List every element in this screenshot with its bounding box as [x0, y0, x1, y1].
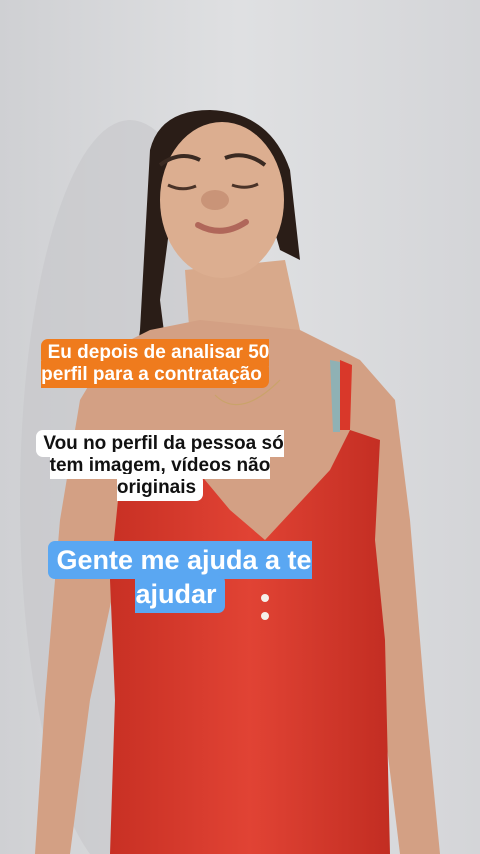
caption-top-text: Eu depois de analisar 50 perfil para a c… [40, 339, 270, 388]
photo-scene [0, 0, 480, 854]
caption-top: Eu depois de analisar 50 perfil para a c… [30, 339, 280, 388]
nose [201, 190, 229, 210]
button [261, 612, 269, 620]
strap [338, 360, 352, 430]
caption-middle-text: Vou no perfil da pessoa só tem imagem, v… [36, 430, 284, 501]
caption-bottom: Gente me ajuda a te ajudar [24, 541, 336, 613]
caption-bottom-text: Gente me ajuda a te ajudar [48, 541, 312, 613]
caption-middle: Vou no perfil da pessoa só tem imagem, v… [30, 430, 290, 501]
